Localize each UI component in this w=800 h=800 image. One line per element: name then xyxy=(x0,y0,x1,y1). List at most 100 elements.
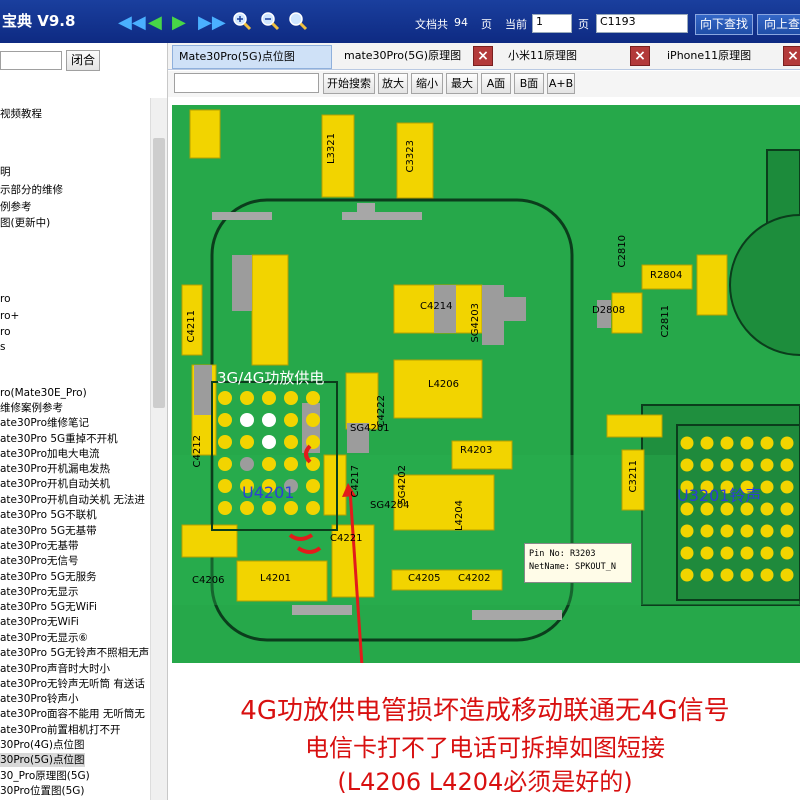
current-label: 当前 xyxy=(505,18,527,31)
tree-item[interactable]: ate30Pro 5G不联机 xyxy=(0,508,97,522)
ref-l3321: L3321 xyxy=(326,133,337,165)
tree-item[interactable]: ate30Pro 5G无铃声不照相无声 xyxy=(0,646,149,660)
u3201-label: U3201铃声 xyxy=(677,486,762,505)
bga-ball xyxy=(680,568,694,582)
tree-item[interactable]: ate30Pro无显示 xyxy=(0,585,79,599)
close-tab-icon[interactable]: × xyxy=(783,46,800,66)
tree-item[interactable]: ro+ xyxy=(0,309,19,323)
zoom-fit-icon[interactable] xyxy=(288,11,308,31)
tree-item[interactable]: 30_Pro原理图(5G) xyxy=(0,769,90,783)
tree-item[interactable]: ate30Pro开机漏电发热 xyxy=(0,462,110,476)
tree-item[interactable]: 30Pro位置图(5G) xyxy=(0,784,85,798)
power-supply-label: 3G/4G功放供电 xyxy=(217,369,325,387)
bga-ball xyxy=(218,457,232,471)
search-input[interactable]: C1193 xyxy=(596,14,688,33)
ref-c4221: C4221 xyxy=(330,533,363,544)
bga-ball xyxy=(780,524,794,538)
tree-item[interactable]: ate30Pro 5G无服务 xyxy=(0,570,97,584)
tree-item[interactable]: ate30Pro前置相机打不开 xyxy=(0,723,121,737)
close-tab-icon[interactable]: × xyxy=(473,46,493,66)
pcb-board-view[interactable]: 3G/4G功放供电 U4201 U3201铃声 L3321 C3323 C281… xyxy=(172,105,800,663)
annotation-line-2: 电信卡打不了电话可拆掉如图短接 xyxy=(305,734,665,762)
tree-item[interactable]: ro xyxy=(0,292,11,306)
a-side-button[interactable]: A面 xyxy=(481,73,511,94)
bga-ball xyxy=(284,501,298,515)
tree-item[interactable]: ate30Pro开机自动关机 无法进 xyxy=(0,493,145,507)
current-page-input[interactable]: 1 xyxy=(532,14,572,33)
pin-number: Pin No: R3203 xyxy=(529,549,596,559)
tree-item[interactable]: ate30Pro 5G无WiFi xyxy=(0,600,97,614)
bga-ball xyxy=(262,413,276,427)
tree-item[interactable]: ate30Pro无信号 xyxy=(0,554,79,568)
b-side-button[interactable]: B面 xyxy=(514,73,544,94)
bga-ball xyxy=(700,436,714,450)
tree-item[interactable]: ate30Pro无WiFi xyxy=(0,615,79,629)
bga-ball xyxy=(240,501,254,515)
zoom-in-icon[interactable] xyxy=(232,11,252,31)
tree-item[interactable]: ate30Pro无铃声无听筒 有送话 xyxy=(0,677,145,691)
tree-item[interactable]: ate30Pro铃声小 xyxy=(0,692,79,706)
tree-item[interactable]: ate30Pro无显示⑥ xyxy=(0,631,88,645)
app-title: 宝典 V9.8 xyxy=(2,12,76,30)
tree-item[interactable]: ate30Pro维修笔记 xyxy=(0,416,89,430)
zoom-out-icon[interactable] xyxy=(260,11,280,31)
last-page-icon[interactable]: ▶▶ xyxy=(198,12,226,33)
title-bar: 宝典 V9.8 ◀◀ ◀ ▶ ▶▶ 文档共 94 页 当前 1 页 C1193 … xyxy=(0,0,800,43)
tree-item-selected[interactable]: 30Pro(5G)点位图 xyxy=(0,753,85,767)
ref-c4217: C4217 xyxy=(350,465,361,498)
bga-ball xyxy=(262,457,276,471)
find-next-button[interactable]: 向下查找 xyxy=(695,14,753,35)
tree-item[interactable]: ate30Pro面容不能用 无听筒无 xyxy=(0,707,145,721)
tab-mate30pro-5g-layout[interactable]: Mate30Pro(5G)点位图 xyxy=(172,45,332,69)
ref-l4204: L4204 xyxy=(454,500,465,532)
bga-ball xyxy=(740,568,754,582)
bga-ball xyxy=(306,391,320,405)
tree-item[interactable]: ate30Pro 5G重掉不开机 xyxy=(0,432,118,446)
tab-iphone11-schematic[interactable]: iPhone11原理图 xyxy=(661,45,781,69)
tree-item[interactable]: 维修案例参考 xyxy=(0,401,63,415)
tree-scrollbar-thumb[interactable] xyxy=(153,138,165,408)
tree-item[interactable]: 30Pro(4G)点位图 xyxy=(0,738,85,752)
u4201-label: U4201 xyxy=(242,483,295,502)
tree-item[interactable]: ate30Pro 5G无基带 xyxy=(0,524,97,538)
bga-ball xyxy=(760,458,774,472)
max-button[interactable]: 最大 xyxy=(446,73,478,94)
net-name: NetName: SPKOUT_N xyxy=(529,562,616,572)
bga-ball xyxy=(306,479,320,493)
tree-item[interactable]: ate30Pro加电大电流 xyxy=(0,447,100,461)
tree-item[interactable]: ate30Pro开机自动关机 xyxy=(0,477,110,491)
tab-mi11-schematic[interactable]: 小米11原理图 xyxy=(502,45,622,69)
zoom-in-button[interactable]: 放大 xyxy=(378,73,408,94)
ref-d2808: D2808 xyxy=(592,305,626,316)
tree-item[interactable]: 明 xyxy=(0,165,11,179)
tree-item[interactable]: 例参考 xyxy=(0,200,32,214)
bga-ball xyxy=(284,413,298,427)
find-prev-button[interactable]: 向上查 xyxy=(757,14,800,35)
tree-item[interactable]: ate30Pro声音时大时小 xyxy=(0,662,110,676)
first-page-icon[interactable]: ◀◀ xyxy=(118,12,146,33)
tree-item[interactable]: 视频教程 xyxy=(0,107,42,121)
bga-ball xyxy=(780,458,794,472)
bga-ball xyxy=(740,524,754,538)
bga-ball xyxy=(780,568,794,582)
view-toolbar: 开始搜索 放大 缩小 最大 A面 B面 A+B xyxy=(168,71,800,97)
tab-mate30pro-5g-schematic[interactable]: mate30Pro(5G)原理图 xyxy=(338,45,468,69)
close-tab-icon[interactable]: × xyxy=(630,46,650,66)
tree-item[interactable]: ate30Pro无基带 xyxy=(0,539,79,553)
tree-item[interactable]: s xyxy=(0,340,5,354)
bga-ball xyxy=(306,501,320,515)
ab-side-button[interactable]: A+B xyxy=(547,73,575,94)
tree-item[interactable]: ro xyxy=(0,325,11,339)
tree-item[interactable]: 示部分的维修 xyxy=(0,183,63,197)
bga-ball xyxy=(740,458,754,472)
start-search-button[interactable]: 开始搜索 xyxy=(323,73,375,94)
part-search-input[interactable] xyxy=(174,73,319,93)
zoom-out-button[interactable]: 缩小 xyxy=(411,73,443,94)
next-page-icon[interactable]: ▶ xyxy=(172,12,186,33)
tree-scrollbar[interactable] xyxy=(150,98,167,800)
bga-ball xyxy=(284,457,298,471)
tree-item[interactable]: 图(更新中) xyxy=(0,216,50,230)
tree-item[interactable]: ro(Mate30E_Pro) xyxy=(0,386,87,400)
left-pane: 闭合 视频教程 明 示部分的维修 例参考 图(更新中) ro ro+ ro s … xyxy=(0,43,168,800)
prev-page-icon[interactable]: ◀ xyxy=(148,12,162,33)
